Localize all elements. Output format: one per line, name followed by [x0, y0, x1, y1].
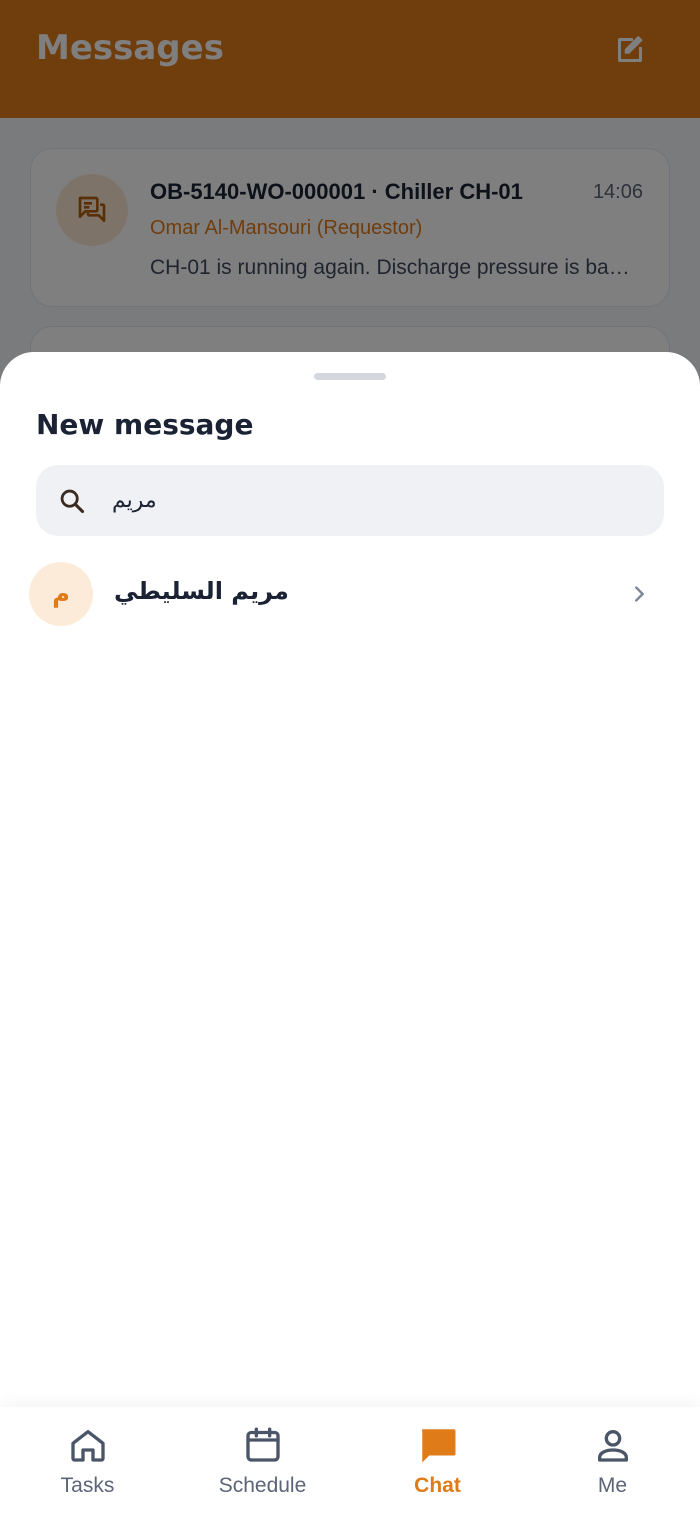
nav-item-schedule[interactable]: Schedule	[175, 1407, 350, 1515]
contact-avatar: م	[29, 562, 93, 626]
nav-label-schedule: Schedule	[218, 1474, 307, 1497]
sheet-drag-handle[interactable]	[314, 373, 386, 380]
nav-label-me: Me	[597, 1474, 628, 1497]
new-message-sheet: New message م مريم السليطي	[0, 352, 700, 1515]
contact-name: مريم السليطي	[114, 577, 289, 605]
search-icon	[60, 489, 85, 514]
nav-item-me[interactable]: Me	[525, 1407, 700, 1515]
chat-icon	[421, 1429, 455, 1463]
calendar-icon	[245, 1427, 280, 1462]
nav-label-chat: Chat	[414, 1474, 461, 1497]
sheet-title: New message	[36, 408, 254, 441]
person-icon	[597, 1430, 628, 1462]
search-bar[interactable]	[36, 465, 664, 536]
chevron-right-icon	[635, 586, 644, 602]
bottom-nav: Tasks Schedule Chat Me	[0, 1407, 700, 1515]
nav-item-tasks[interactable]: Tasks	[0, 1407, 175, 1515]
home-icon	[70, 1430, 105, 1462]
nav-item-chat[interactable]: Chat	[350, 1407, 525, 1515]
nav-label-tasks: Tasks	[60, 1474, 115, 1497]
contact-result-row[interactable]: م مريم السليطي	[0, 559, 700, 629]
search-input[interactable]	[112, 465, 642, 536]
